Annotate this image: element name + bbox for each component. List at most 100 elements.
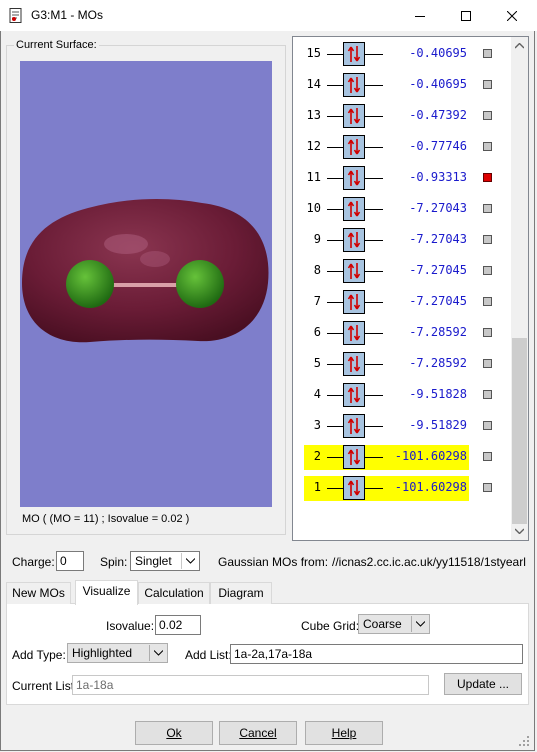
mo-electron-box [343, 290, 365, 314]
mo-select-box[interactable] [483, 452, 492, 461]
mo-electron-box [343, 259, 365, 283]
mo-select-box[interactable] [483, 359, 492, 368]
mo-electron-box [343, 42, 365, 66]
mo-row[interactable]: 11 -0.93313 [293, 166, 511, 190]
mo-row[interactable]: 9 -7.27043 [293, 228, 511, 252]
mo-select-box[interactable] [483, 111, 492, 120]
window-title: G3:M1 - MOs [31, 8, 104, 22]
close-button[interactable] [489, 0, 535, 31]
mo-number: 12 [306, 139, 321, 153]
add-type-value: Highlighted [72, 646, 133, 660]
electron-pair-icon [347, 46, 361, 62]
minimize-icon [415, 15, 425, 17]
resize-grip-icon[interactable] [518, 735, 530, 747]
ok-label: Ok [166, 726, 182, 740]
maximize-button[interactable] [443, 0, 489, 31]
mo-number: 10 [306, 201, 321, 215]
mo-energy: -101.60298 [394, 449, 467, 463]
mo-row[interactable]: 6 -7.28592 [293, 321, 511, 345]
mo-row[interactable]: 8 -7.27045 [293, 259, 511, 283]
mo-select-box[interactable] [483, 142, 492, 151]
scroll-down-icon[interactable] [515, 528, 524, 534]
mo-select-box[interactable] [483, 483, 492, 492]
maximize-icon [461, 10, 471, 21]
add-list-input[interactable]: 1a-2a,17a-18a [230, 644, 523, 664]
tab-diagram[interactable]: Diagram [210, 582, 272, 604]
mo-select-box[interactable] [483, 235, 492, 244]
mo-row[interactable]: 14 -0.40695 [293, 73, 511, 97]
source-label: Gaussian MOs from: [218, 555, 329, 569]
ok-button[interactable]: Ok [135, 721, 213, 745]
help-button[interactable]: Help [305, 721, 383, 745]
molecule-viewport[interactable] [20, 61, 272, 507]
electron-pair-icon [347, 325, 361, 341]
spin-select[interactable]: Singlet [130, 551, 200, 571]
mo-electron-box [343, 73, 365, 97]
mo-energy: -0.47392 [409, 108, 467, 122]
mo-select-box[interactable] [483, 297, 492, 306]
mo-number: 4 [313, 387, 321, 401]
tab-new-mos[interactable]: New MOs [6, 582, 71, 604]
mo-energy: -0.40695 [409, 77, 467, 91]
isovalue-label: Isovalue: [106, 619, 155, 633]
current-list-label: Current List: [12, 679, 78, 693]
mo-select-box[interactable] [483, 80, 492, 89]
chevron-down-icon [153, 650, 163, 656]
mo-level-line [327, 209, 343, 210]
electron-pair-icon [347, 232, 361, 248]
mo-select-box[interactable] [483, 328, 492, 337]
isovalue-input[interactable]: 0.02 [155, 615, 201, 635]
mo-energy: -7.27045 [409, 294, 467, 308]
mo-row[interactable]: 15 -0.40695 [293, 42, 511, 66]
mo-row[interactable]: 5 -7.28592 [293, 352, 511, 376]
mo-row[interactable]: 12 -0.77746 [293, 135, 511, 159]
mo-number: 7 [313, 294, 321, 308]
mo-energy: -7.28592 [409, 325, 467, 339]
mo-electron-box [343, 228, 365, 252]
mo-level-line [327, 85, 343, 86]
mo-number: 11 [306, 170, 321, 184]
mo-select-box[interactable] [483, 49, 492, 58]
mo-row[interactable]: 3 -9.51829 [293, 414, 511, 438]
mo-select-box[interactable] [483, 421, 492, 430]
chevron-down-icon [415, 621, 425, 627]
cancel-button[interactable]: Cancel [219, 721, 297, 745]
mo-select-box[interactable] [483, 390, 492, 399]
scroll-up-icon[interactable] [515, 43, 524, 49]
mo-row[interactable]: 4 -9.51828 [293, 383, 511, 407]
scroll-thumb[interactable] [512, 338, 527, 524]
minimize-button[interactable] [397, 0, 443, 31]
source-path: //icnas2.cc.ic.ac.uk/yy11518/1styearl [332, 555, 526, 569]
add-type-select[interactable]: Highlighted [67, 643, 168, 663]
update-button[interactable]: Update ... [444, 673, 522, 695]
mo-row[interactable]: 1 -101.60298 [293, 476, 511, 501]
mo-row[interactable]: 10 -7.27043 [293, 197, 511, 221]
mo-number: 2 [313, 449, 321, 463]
electron-pair-icon [347, 201, 361, 217]
mo-select-box[interactable] [483, 173, 492, 182]
mo-select-box[interactable] [483, 204, 492, 213]
mo-row[interactable]: 2 -101.60298 [293, 445, 511, 470]
cube-grid-select[interactable]: Coarse [358, 614, 430, 634]
mo-number: 5 [313, 356, 321, 370]
mo-level-line [327, 271, 343, 272]
electron-pair-icon [347, 139, 361, 155]
mo-select-box[interactable] [483, 266, 492, 275]
tab-calculation[interactable]: Calculation [138, 582, 210, 604]
mo-caption: MO ( (MO = 11) ; Isovalue = 0.02 ) [22, 513, 190, 525]
electron-pair-icon [347, 108, 361, 124]
charge-input[interactable]: 0 [56, 551, 84, 571]
tab-visualize[interactable]: Visualize [75, 580, 138, 605]
mo-electron-box [343, 104, 365, 128]
mo-level-line [327, 457, 343, 458]
mo-number: 15 [306, 46, 321, 60]
mo-level-line [327, 488, 343, 489]
add-type-label: Add Type: [12, 648, 66, 662]
electron-pair-icon [347, 449, 361, 465]
mo-row[interactable]: 7 -7.27045 [293, 290, 511, 314]
mo-number: 13 [306, 108, 321, 122]
cancel-label: Cancel [239, 726, 277, 740]
mo-number: 6 [313, 325, 321, 339]
mo-energy: -0.77746 [409, 139, 467, 153]
mo-row[interactable]: 13 -0.47392 [293, 104, 511, 128]
